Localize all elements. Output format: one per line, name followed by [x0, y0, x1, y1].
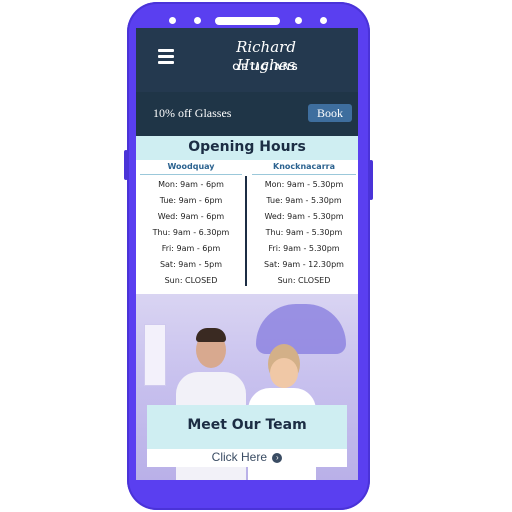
- hours-row: Wed: 9am - 6pm: [157, 212, 225, 221]
- hours-row: Mon: 9am - 6pm: [158, 180, 224, 189]
- book-button[interactable]: Book: [308, 104, 352, 122]
- hours-row: Tue: 9am - 6pm: [159, 196, 223, 205]
- knocknacarra-hours: Mon: 9am - 5.30pm Tue: 9am - 5.30pm Wed:…: [252, 179, 356, 291]
- eye-chart: [144, 324, 166, 386]
- meet-team-banner: Meet Our Team: [147, 405, 347, 449]
- location-name-knocknacarra: Knocknacarra: [273, 162, 335, 171]
- sensor-dot: [295, 17, 302, 24]
- power-button: [369, 160, 373, 200]
- hours-row: Sun: CLOSED: [277, 276, 331, 285]
- volume-button: [124, 150, 128, 180]
- promo-text: 10% off Glasses: [153, 106, 232, 120]
- click-here-link[interactable]: Click Here ›: [147, 449, 347, 467]
- hours-row: Fri: 9am - 6pm: [161, 244, 221, 253]
- opening-hours-header: Opening Hours: [136, 136, 358, 160]
- camera-dot: [320, 17, 327, 24]
- hours-row: Tue: 9am - 5.30pm: [266, 196, 342, 205]
- hours-row: Mon: 9am - 5.30pm: [264, 180, 344, 189]
- hours-row: Wed: 9am - 5.30pm: [264, 212, 344, 221]
- location-name-woodquay: Woodquay: [167, 162, 215, 171]
- sensor-dot: [194, 17, 201, 24]
- hours-row: Thu: 9am - 5.30pm: [265, 228, 343, 237]
- woodquay-hours: Mon: 9am - 6pm Tue: 9am - 6pm Wed: 9am -…: [140, 179, 242, 291]
- divider: [252, 174, 356, 175]
- hours-row: Fri: 9am - 5.30pm: [268, 244, 340, 253]
- column-divider: [245, 176, 247, 286]
- site-header: Richard Hughes OPTICIANS: [136, 28, 358, 92]
- arrow-circle-right-icon[interactable]: ›: [272, 452, 283, 463]
- brand-subtitle: OPTICIANS: [232, 62, 300, 72]
- speaker-grille: [215, 17, 280, 25]
- click-here-label[interactable]: Click Here: [212, 450, 267, 464]
- hours-row: Thu: 9am - 6.30pm: [152, 228, 230, 237]
- click-here-row[interactable]: Click Here ›: [147, 450, 347, 464]
- phone-screen: Richard Hughes OPTICIANS 10% off Glasses…: [136, 28, 358, 480]
- divider: [140, 174, 242, 175]
- meet-team-title: Meet Our Team: [187, 417, 307, 433]
- hours-row: Sat: 9am - 12.30pm: [264, 260, 344, 269]
- hours-row: Sun: CLOSED: [164, 276, 218, 285]
- camera-dot: [169, 17, 176, 24]
- hamburger-icon[interactable]: [158, 49, 174, 65]
- promo-bar: 10% off Glasses Book: [136, 92, 358, 136]
- opening-hours-title: Opening Hours: [188, 139, 306, 155]
- hours-row: Sat: 9am - 5pm: [159, 260, 223, 269]
